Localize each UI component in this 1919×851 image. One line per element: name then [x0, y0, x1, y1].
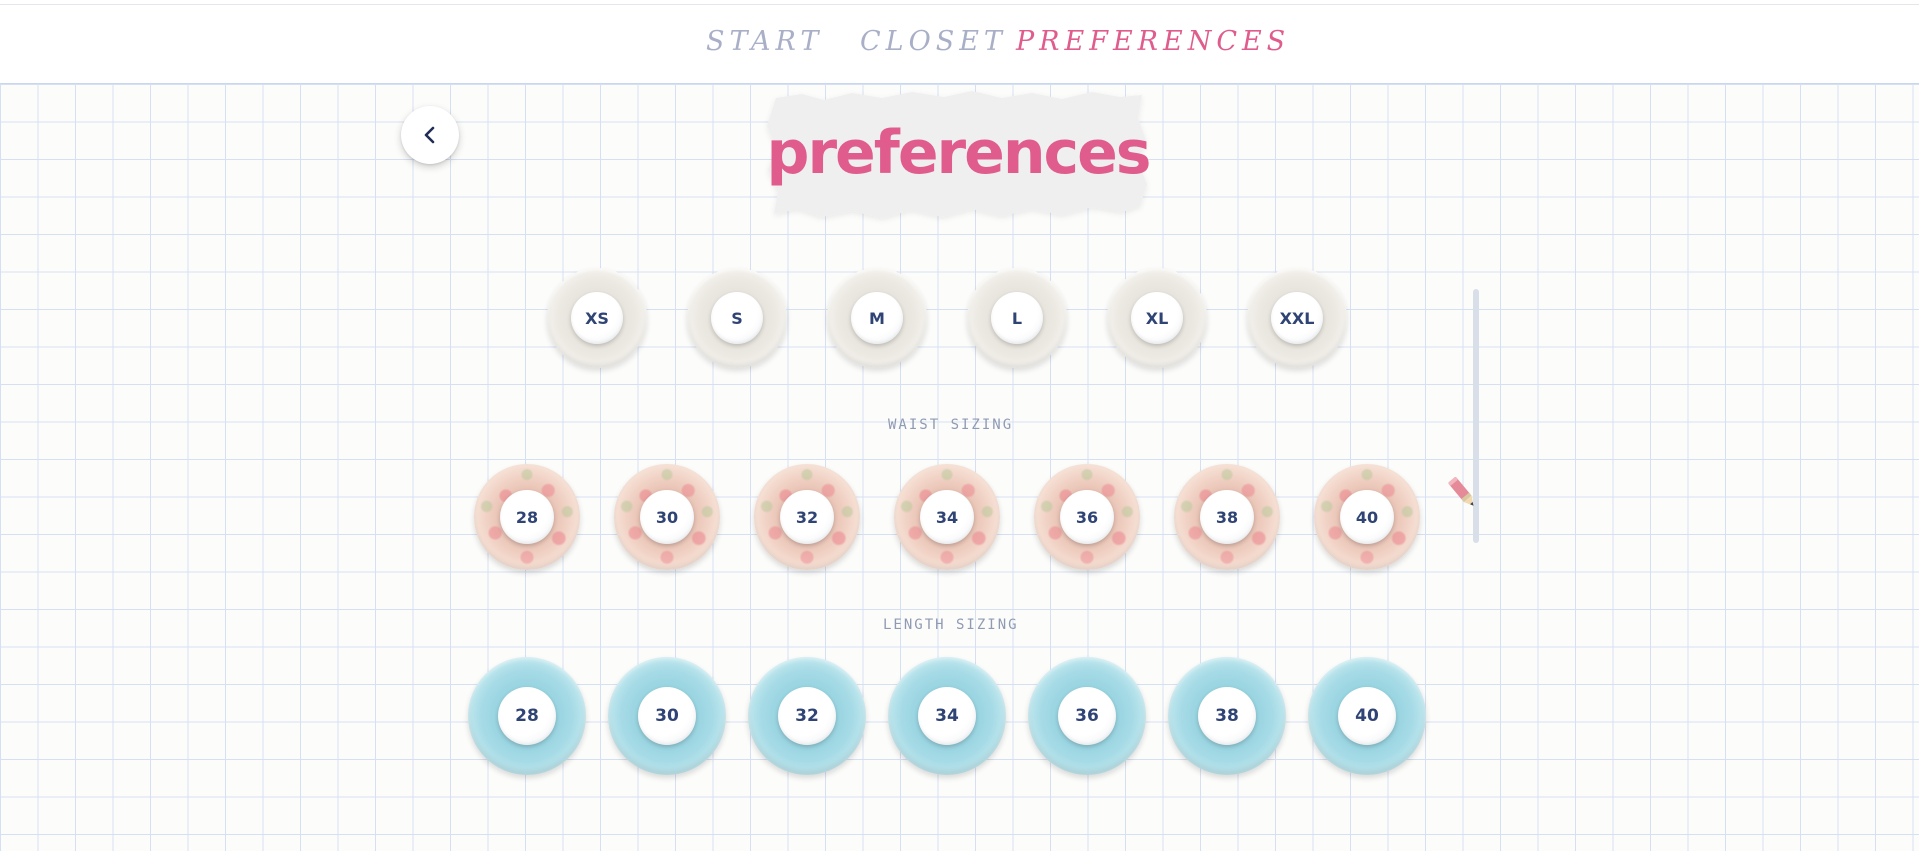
length-option-28[interactable]: 28 — [468, 657, 586, 775]
size-option-xl[interactable]: XL — [1107, 268, 1207, 368]
pencil-icon — [1448, 477, 1474, 506]
size-option-label: L — [991, 292, 1043, 344]
waist-option-label: 30 — [640, 490, 694, 544]
waist-sizing-label: WAIST SIZING — [888, 417, 1014, 433]
length-sizing-label: LENGTH SIZING — [883, 617, 1019, 633]
size-option-label: S — [711, 292, 763, 344]
page-title: preferences — [766, 118, 1152, 188]
nav-preferences-link[interactable]: PREFERENCES — [1016, 26, 1290, 57]
length-option-label: 38 — [1198, 687, 1256, 745]
size-option-label: M — [851, 292, 903, 344]
waist-option-36[interactable]: 36 — [1034, 464, 1140, 570]
size-option-l[interactable]: L — [967, 268, 1067, 368]
length-option-label: 36 — [1058, 687, 1116, 745]
waist-option-label: 34 — [920, 490, 974, 544]
length-option-label: 28 — [498, 687, 556, 745]
length-option-label: 32 — [778, 687, 836, 745]
waist-option-label: 38 — [1200, 490, 1254, 544]
size-option-label: XL — [1131, 292, 1183, 344]
waist-option-label: 28 — [500, 490, 554, 544]
length-option-34[interactable]: 34 — [888, 657, 1006, 775]
length-option-label: 40 — [1338, 687, 1396, 745]
length-option-40[interactable]: 40 — [1308, 657, 1426, 775]
waist-option-label: 32 — [780, 490, 834, 544]
waist-option-label: 36 — [1060, 490, 1114, 544]
page-title-banner: preferences — [762, 88, 1154, 226]
length-option-38[interactable]: 38 — [1168, 657, 1286, 775]
size-option-xs[interactable]: XS — [547, 268, 647, 368]
size-option-xxl[interactable]: XXL — [1247, 268, 1347, 368]
top-nav: START CLOSET PREFERENCES — [0, 5, 1919, 84]
waist-option-34[interactable]: 34 — [894, 464, 1000, 570]
back-button[interactable] — [401, 106, 459, 164]
size-option-s[interactable]: S — [687, 268, 787, 368]
waist-option-40[interactable]: 40 — [1314, 464, 1420, 570]
chevron-left-icon — [424, 126, 435, 144]
waist-option-32[interactable]: 32 — [754, 464, 860, 570]
waist-option-label: 40 — [1340, 490, 1394, 544]
nav-closet-link[interactable]: CLOSET — [860, 26, 1007, 57]
waist-option-38[interactable]: 38 — [1174, 464, 1280, 570]
length-option-label: 34 — [918, 687, 976, 745]
waist-option-30[interactable]: 30 — [614, 464, 720, 570]
length-option-36[interactable]: 36 — [1028, 657, 1146, 775]
waist-option-28[interactable]: 28 — [474, 464, 580, 570]
size-option-m[interactable]: M — [827, 268, 927, 368]
length-option-32[interactable]: 32 — [748, 657, 866, 775]
length-option-label: 30 — [638, 687, 696, 745]
nav-start-link[interactable]: START — [706, 26, 823, 57]
size-option-label: XXL — [1271, 292, 1323, 344]
length-option-30[interactable]: 30 — [608, 657, 726, 775]
size-option-label: XS — [571, 292, 623, 344]
